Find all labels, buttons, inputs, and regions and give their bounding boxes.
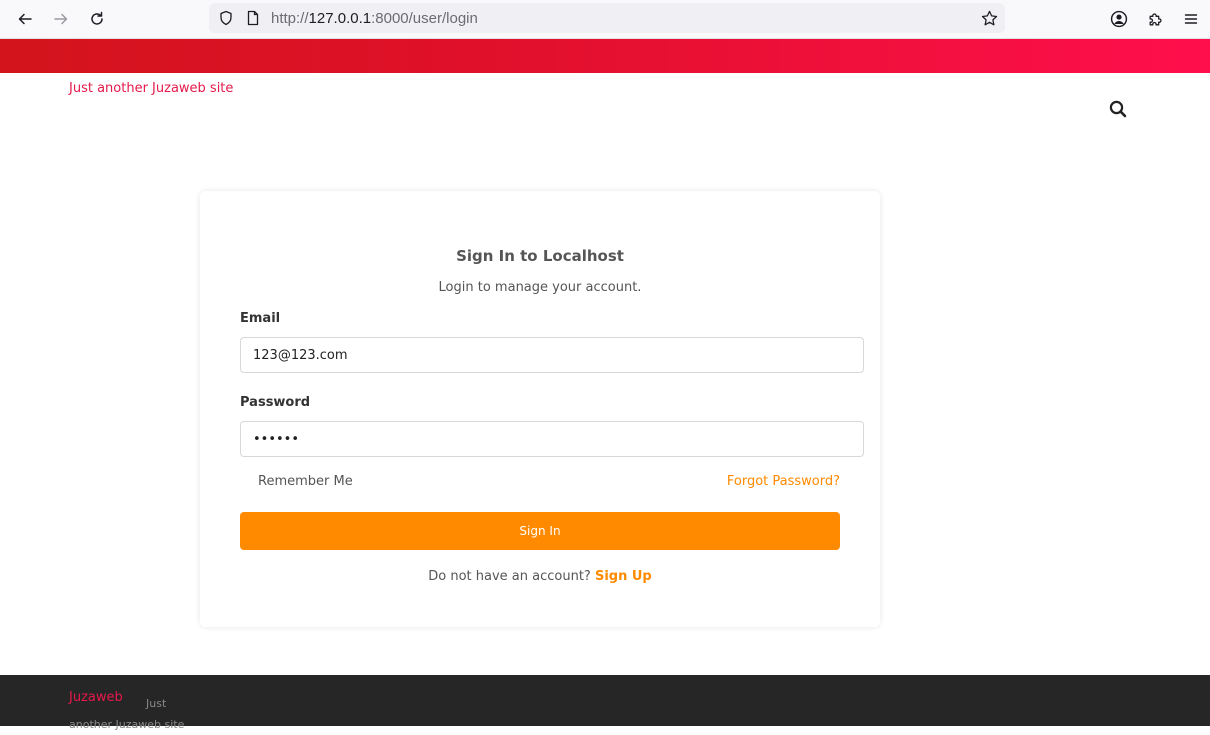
password-input[interactable] bbox=[240, 421, 864, 457]
remember-me[interactable]: Remember Me bbox=[240, 474, 353, 489]
login-subtitle: Login to manage your account. bbox=[438, 280, 642, 295]
email-input[interactable] bbox=[240, 337, 864, 373]
remember-me-checkbox[interactable] bbox=[240, 475, 254, 489]
browser-toolbar: http://127.0.0.1:8000/user/login bbox=[0, 0, 1210, 39]
header-top-bar bbox=[0, 39, 1210, 73]
sign-up-link[interactable]: Sign Up bbox=[595, 569, 652, 584]
menu-button[interactable] bbox=[1177, 5, 1205, 33]
bookmark-star-icon[interactable] bbox=[981, 10, 998, 27]
arrow-left-icon bbox=[18, 13, 32, 25]
account-button[interactable] bbox=[1105, 5, 1133, 33]
url-text[interactable]: http://127.0.0.1:8000/user/login bbox=[271, 10, 478, 27]
reload-icon bbox=[91, 11, 103, 25]
login-title: Sign In to Localhost bbox=[456, 247, 624, 265]
email-label: Email bbox=[240, 311, 281, 326]
login-card: Sign In to Localhost Login to manage you… bbox=[200, 191, 880, 627]
arrow-right-icon bbox=[54, 13, 68, 25]
reload-button[interactable] bbox=[83, 5, 111, 33]
back-button[interactable] bbox=[11, 5, 39, 33]
shield-icon[interactable] bbox=[218, 10, 234, 26]
account-icon bbox=[1110, 10, 1128, 28]
remember-me-label: Remember Me bbox=[258, 474, 353, 489]
search-icon bbox=[1109, 100, 1127, 118]
puzzle-icon bbox=[1149, 12, 1162, 25]
sign-in-button[interactable]: Sign In bbox=[240, 512, 840, 550]
address-bar[interactable]: http://127.0.0.1:8000/user/login bbox=[209, 3, 1005, 33]
url-prefix: http:// bbox=[271, 10, 309, 27]
forward-button[interactable] bbox=[47, 5, 75, 33]
page-icon[interactable] bbox=[245, 10, 261, 26]
extensions-button[interactable] bbox=[1141, 5, 1169, 33]
no-account-text: Do not have an account? bbox=[428, 569, 591, 584]
url-path: :8000/user/login bbox=[371, 10, 478, 27]
site-tagline[interactable]: Just another Juzaweb site bbox=[69, 81, 233, 96]
footer-description: Just another Juzaweb site bbox=[69, 697, 185, 731]
url-host: 127.0.0.1 bbox=[308, 10, 372, 27]
hamburger-menu-icon bbox=[1184, 14, 1198, 24]
password-label: Password bbox=[240, 395, 311, 410]
search-button[interactable] bbox=[1107, 98, 1129, 120]
forgot-password-link[interactable]: Forgot Password? bbox=[727, 474, 840, 489]
site-footer: Juzaweb Just another Juzaweb site bbox=[0, 675, 1210, 731]
signup-prompt: Do not have an account? Sign Up bbox=[200, 569, 880, 584]
